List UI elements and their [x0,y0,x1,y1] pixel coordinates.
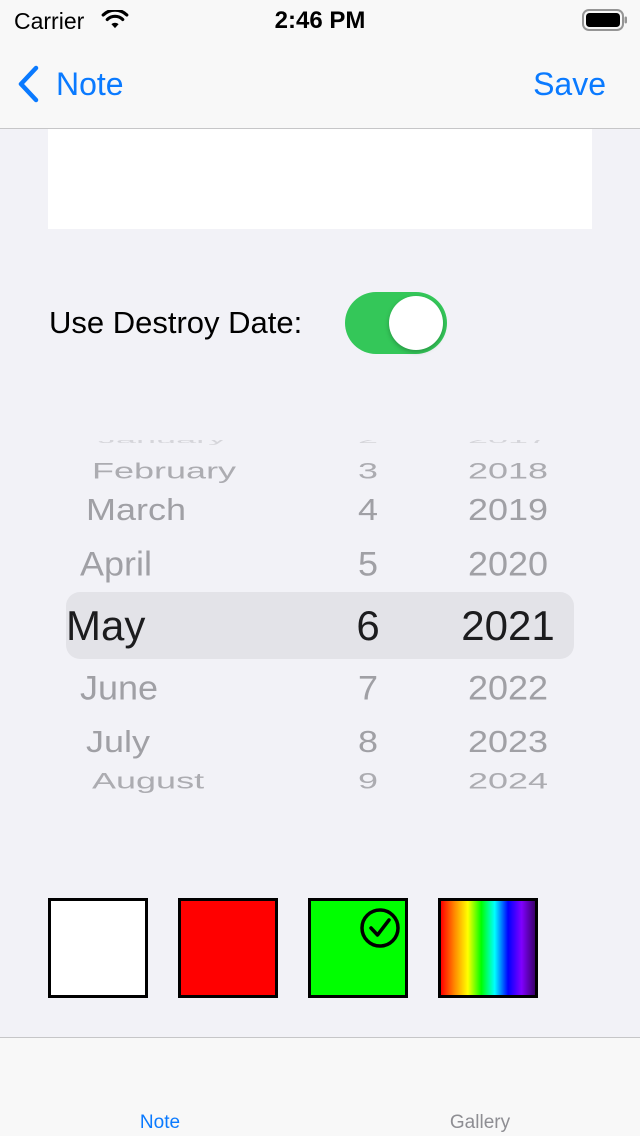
back-button-label: Note [56,65,124,102]
month-option[interactable]: June [66,670,326,706]
tab-gallery-label: Gallery [449,1112,511,1133]
day-option[interactable]: 5 [318,546,418,582]
color-swatch-white[interactable] [48,898,148,998]
year-option[interactable]: 2022 [448,670,568,706]
status-bar: Carrier 2:46 PM [0,0,640,40]
year-option[interactable]: 2024 [448,770,568,792]
year-option[interactable]: 2020 [448,546,568,582]
note-text-area[interactable] [48,129,592,229]
tab-bar: Note Gallery [0,1037,640,1136]
month-option[interactable]: May [66,605,326,647]
year-wheel[interactable]: 201720182019202020212022202320242025 [448,440,568,805]
month-option[interactable]: March [66,494,326,526]
navigation-bar: Note Save [0,40,640,129]
destroy-date-row: Use Destroy Date: [49,292,447,354]
tab-note[interactable]: Note [0,1038,320,1136]
day-option[interactable]: 9 [318,770,418,792]
month-option[interactable]: April [66,546,326,582]
save-button[interactable]: Save [533,66,606,103]
month-option[interactable]: August [66,770,326,792]
back-button[interactable]: Note [16,64,124,104]
day-option[interactable]: 4 [318,494,418,526]
day-option[interactable]: 8 [318,726,418,758]
day-option[interactable]: 3 [318,460,418,482]
status-time: 2:46 PM [274,7,366,34]
battery-icon [582,9,627,31]
month-wheel[interactable]: January February March April May June July Augu… [66,440,326,805]
tab-note-label: Note [139,1112,181,1133]
tab-gallery[interactable]: Gallery [320,1038,640,1136]
month-option[interactable]: February [66,460,326,482]
month-option[interactable]: January [66,440,326,445]
chevron-left-icon [18,65,39,103]
date-picker[interactable]: January February March April May June July Augu… [0,440,640,805]
color-swatch-rainbow[interactable] [438,898,538,998]
year-option[interactable]: 2017 [448,440,568,445]
year-option[interactable]: 2021 [448,605,568,647]
color-swatch-green[interactable] [308,898,408,998]
destroy-date-toggle[interactable] [345,292,447,354]
year-option[interactable]: 2023 [448,726,568,758]
color-swatch-red[interactable] [178,898,278,998]
day-option[interactable]: 2 [318,440,418,445]
day-option[interactable]: 7 [318,670,418,706]
day-option[interactable]: 6 [318,605,418,647]
checkmark-circle-icon [360,908,400,948]
toggle-knob [389,296,443,350]
year-option[interactable]: 2019 [448,494,568,526]
day-wheel[interactable]: 2345678910 [318,440,418,805]
year-option[interactable]: 2018 [448,460,568,482]
month-option[interactable]: July [66,726,326,758]
destroy-date-label: Use Destroy Date: [49,305,303,340]
